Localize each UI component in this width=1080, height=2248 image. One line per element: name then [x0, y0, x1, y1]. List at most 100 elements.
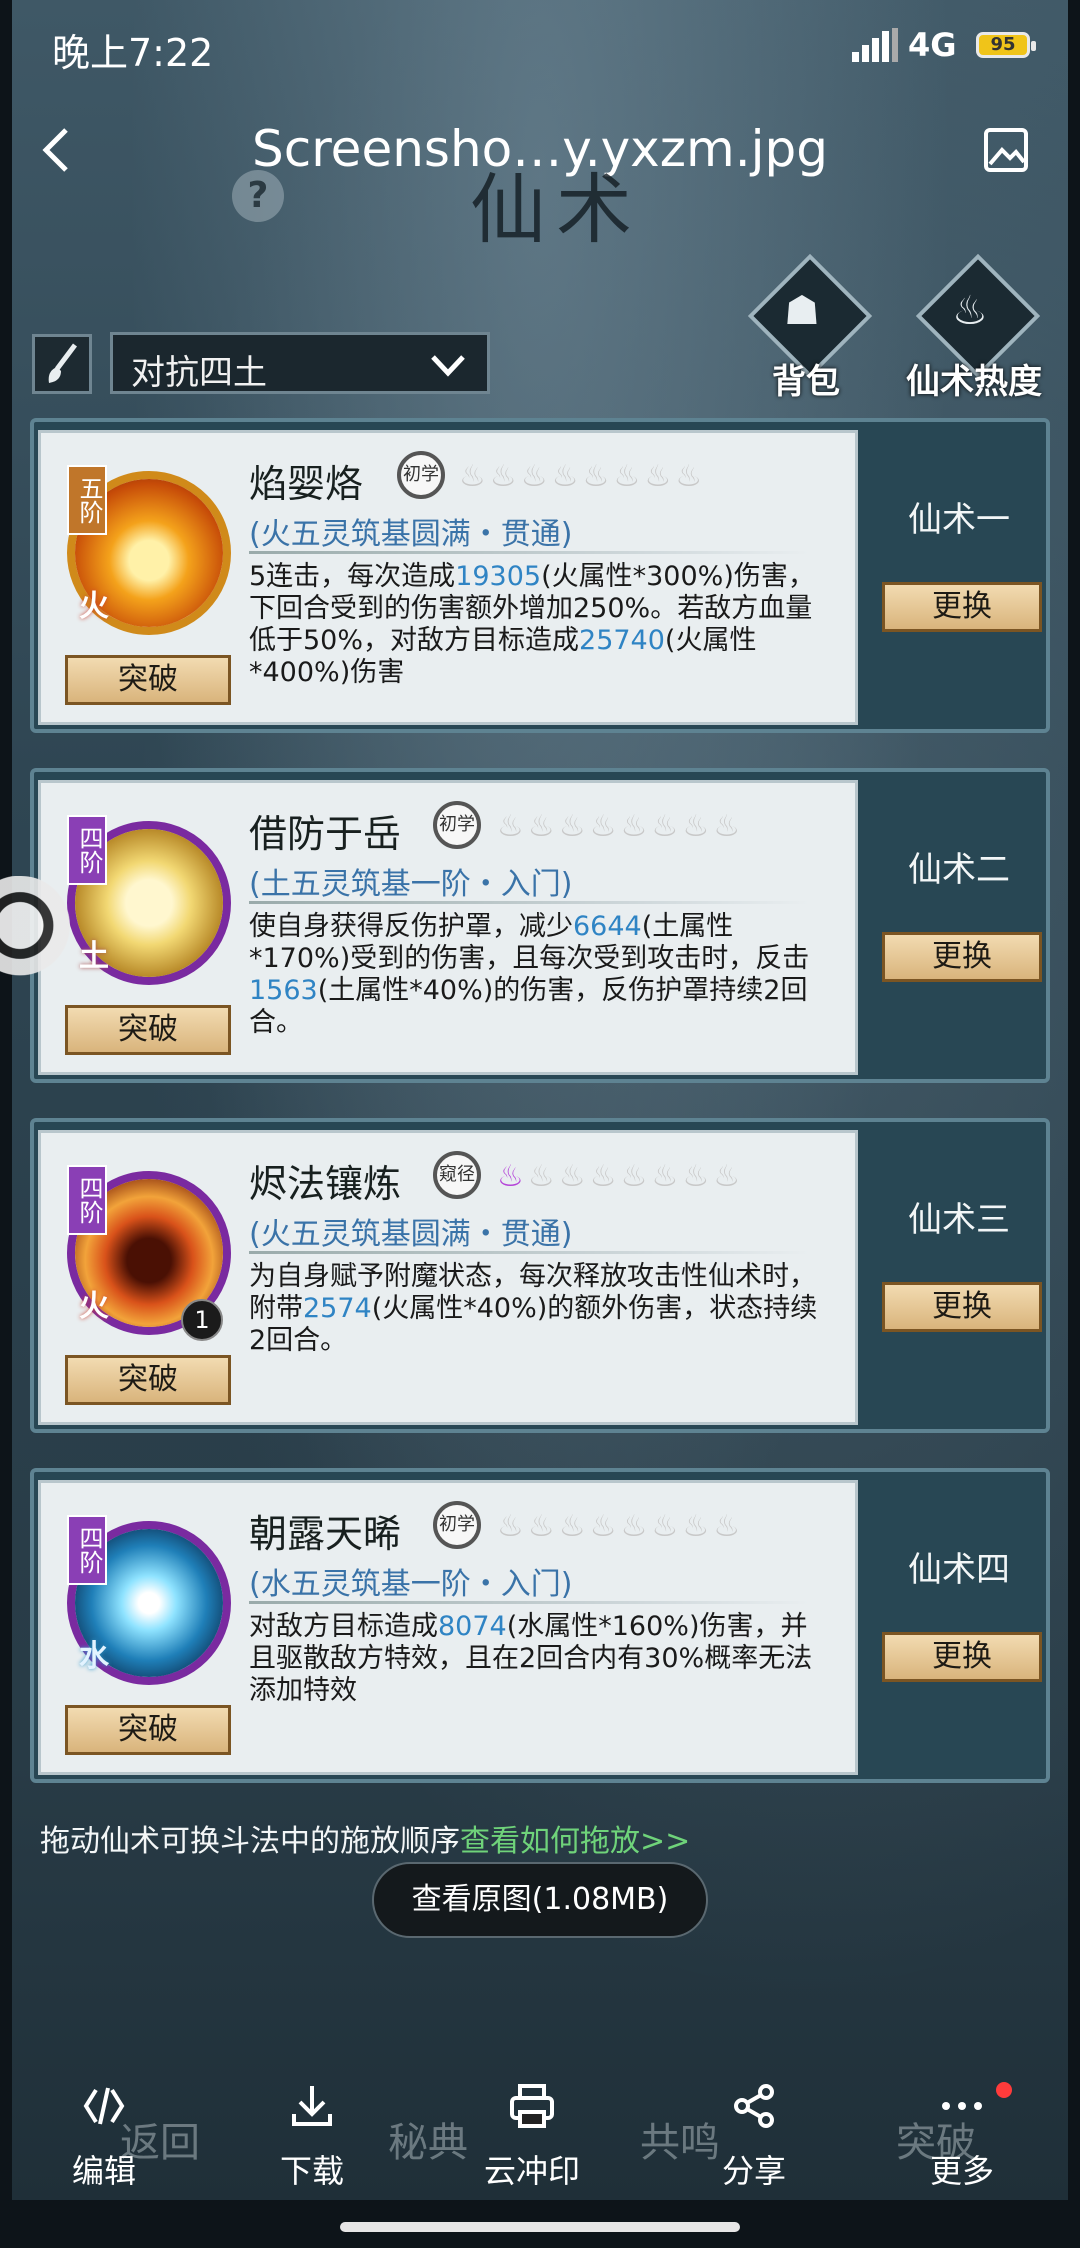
flame-icon: ♨	[620, 809, 652, 844]
swap-button[interactable]: 更换	[882, 1282, 1042, 1332]
skill-panel: 五阶 火 突破 焰婴烙 初学 ♨♨♨♨♨♨♨♨ (火五灵筑基圆满・贯通) 5连击…	[38, 430, 858, 725]
share-icon	[734, 2084, 774, 2128]
chevron-down-icon	[431, 355, 465, 377]
edit-label: 编辑	[71, 2152, 136, 2190]
flame-icon: ♨	[682, 1159, 714, 1194]
rank-badge: 五阶	[67, 465, 107, 535]
slot-label: 仙术一	[908, 500, 1010, 540]
skill-card-2[interactable]: 四阶 土 突破 借防于岳 初学 ♨♨♨♨♨♨♨♨ (土五灵筑基一阶・入门) 使自…	[30, 768, 1050, 1083]
divider	[249, 551, 809, 554]
mastery-badge: 窥径	[433, 1151, 481, 1199]
skill-name: 烬法镶炼	[249, 1162, 402, 1206]
flame-icon: ♨	[527, 1159, 559, 1194]
more-button[interactable]: 更多	[892, 2078, 1032, 2198]
bag-label: 背包	[772, 362, 840, 402]
element-label: 火	[79, 1289, 109, 1324]
mastery-badge: 初学	[433, 1501, 481, 1549]
drag-hint-link[interactable]: 查看如何拖放>>	[460, 1824, 690, 1859]
flame-icon: ♨	[644, 459, 676, 494]
mastery-badge: 初学	[433, 801, 481, 849]
skill-description: 5连击，每次造成19305(火属性*300%)伤害，下回合受到的伤害额外增加25…	[249, 561, 815, 688]
image-icon[interactable]	[982, 126, 1030, 174]
rank-badge: 四阶	[67, 1165, 107, 1235]
divider	[249, 1601, 809, 1604]
share-button[interactable]: 分享	[684, 2078, 824, 2198]
flame-icon: ♨	[582, 459, 614, 494]
flame-icon: ♨	[620, 1159, 652, 1194]
element-label: 水	[79, 1639, 109, 1674]
flame-icon: ♨	[613, 459, 645, 494]
break-button[interactable]: 突破	[65, 655, 231, 705]
flame-icon: ♨	[497, 809, 528, 844]
help-icon[interactable]: ?	[232, 170, 284, 222]
flame-icon: ♨	[713, 1159, 745, 1194]
skill-name: 朝露天晞	[249, 1512, 402, 1556]
flame-icon: ♨	[558, 809, 590, 844]
edit-button[interactable]: 编辑	[34, 2078, 174, 2198]
battery-icon: 95	[976, 32, 1036, 58]
skill-heat-label: 仙术热度	[906, 362, 1042, 402]
swap-button[interactable]: 更换	[882, 1632, 1042, 1682]
share-label: 分享	[721, 2152, 786, 2190]
break-button[interactable]: 突破	[65, 1005, 231, 1055]
slot-label: 仙术三	[908, 1200, 1010, 1240]
mastery-badge: 初学	[397, 451, 445, 499]
flame-icon: ♨	[589, 1509, 621, 1544]
divider	[249, 1251, 809, 1254]
skill-heat-button[interactable]: ♨ 仙术热度	[906, 253, 1042, 402]
flame-icon-active: ♨	[497, 1159, 528, 1194]
slot-label: 仙术二	[908, 850, 1010, 890]
element-label: 土	[79, 939, 109, 974]
skill-panel: 四阶 水 突破 朝露天晞 初学 ♨♨♨♨♨♨♨♨ (水五灵筑基一阶・入门) 对敌…	[38, 1480, 858, 1775]
loadout-dropdown-label: 对抗四土	[131, 353, 267, 393]
slot-label: 仙术四	[908, 1550, 1010, 1590]
drag-hint: 拖动仙术可换斗法中的施放顺序查看如何拖放>>	[40, 1816, 690, 1860]
swap-button[interactable]: 更换	[882, 932, 1042, 982]
flame-icon: ♨	[527, 1509, 559, 1544]
flame-icon: ♨	[651, 809, 683, 844]
skill-card-1[interactable]: 五阶 火 突破 焰婴烙 初学 ♨♨♨♨♨♨♨♨ (火五灵筑基圆满・贯通) 5连击…	[30, 418, 1050, 733]
brush-icon[interactable]	[32, 334, 92, 394]
divider	[249, 901, 809, 904]
download-button[interactable]: 下载	[242, 2078, 382, 2198]
skill-card-4[interactable]: 四阶 水 突破 朝露天晞 初学 ♨♨♨♨♨♨♨♨ (水五灵筑基一阶・入门) 对敌…	[30, 1468, 1050, 1783]
flame-icon: ♨	[620, 1509, 652, 1544]
more-label: 更多	[929, 2152, 994, 2190]
network-type: 4G	[908, 26, 957, 64]
skill-description: 使自身获得反伤护罩，减少6644(土属性*170%)受到的伤害，且每次受到攻击时…	[249, 911, 810, 1038]
print-button[interactable]: 云冲印	[462, 2078, 602, 2198]
skill-realm: (火五灵筑基圆满・贯通)	[249, 517, 573, 552]
flame-icon: ♨	[651, 1159, 683, 1194]
flame-icon: ♨	[651, 1509, 683, 1544]
break-button[interactable]: 突破	[65, 1355, 231, 1405]
skill-realm: (土五灵筑基一阶・入门)	[249, 867, 573, 902]
back-icon[interactable]	[30, 122, 86, 178]
skill-name: 借防于岳	[249, 812, 402, 856]
viewer-toolbar: 编辑 下载 云冲印 分享 更多	[0, 2078, 1080, 2208]
element-label: 火	[79, 589, 109, 624]
edit-icon	[83, 2087, 125, 2125]
rank-badge: 四阶	[67, 1515, 107, 1585]
flame-icon: ♨	[551, 459, 583, 494]
flame-icon: ♨	[489, 459, 521, 494]
flame-icon: ♨	[589, 1159, 621, 1194]
count-badge: 1	[181, 1299, 223, 1341]
flame-rating: ♨♨♨♨♨♨♨♨	[497, 1159, 744, 1194]
bag-button[interactable]: ☗ 背包	[746, 253, 873, 402]
loadout-dropdown[interactable]: 对抗四土	[110, 332, 490, 394]
flame-icon: ♨	[675, 459, 707, 494]
flame-rating: ♨♨♨♨♨♨♨♨	[497, 1509, 744, 1544]
flame-icon: ♨	[527, 809, 559, 844]
swap-button[interactable]: 更换	[882, 582, 1042, 632]
skill-card-3[interactable]: 四阶 火 1 突破 烬法镶炼 窥径 ♨♨♨♨♨♨♨♨ (火五灵筑基圆满・贯通) …	[30, 1118, 1050, 1433]
flame-icon: ♨	[558, 1159, 590, 1194]
break-button[interactable]: 突破	[65, 1705, 231, 1755]
flame-icon: ♨	[682, 1509, 714, 1544]
drag-hint-text: 拖动仙术可换斗法中的施放顺序	[40, 1824, 460, 1859]
skill-realm: (水五灵筑基一阶・入门)	[249, 1567, 573, 1602]
view-original-button[interactable]: 查看原图(1.08MB)	[372, 1862, 708, 1938]
flame-icon: ♨	[558, 1509, 590, 1544]
home-indicator[interactable]	[340, 2222, 740, 2232]
rank-badge: 四阶	[67, 815, 107, 885]
download-label: 下载	[279, 2152, 344, 2190]
